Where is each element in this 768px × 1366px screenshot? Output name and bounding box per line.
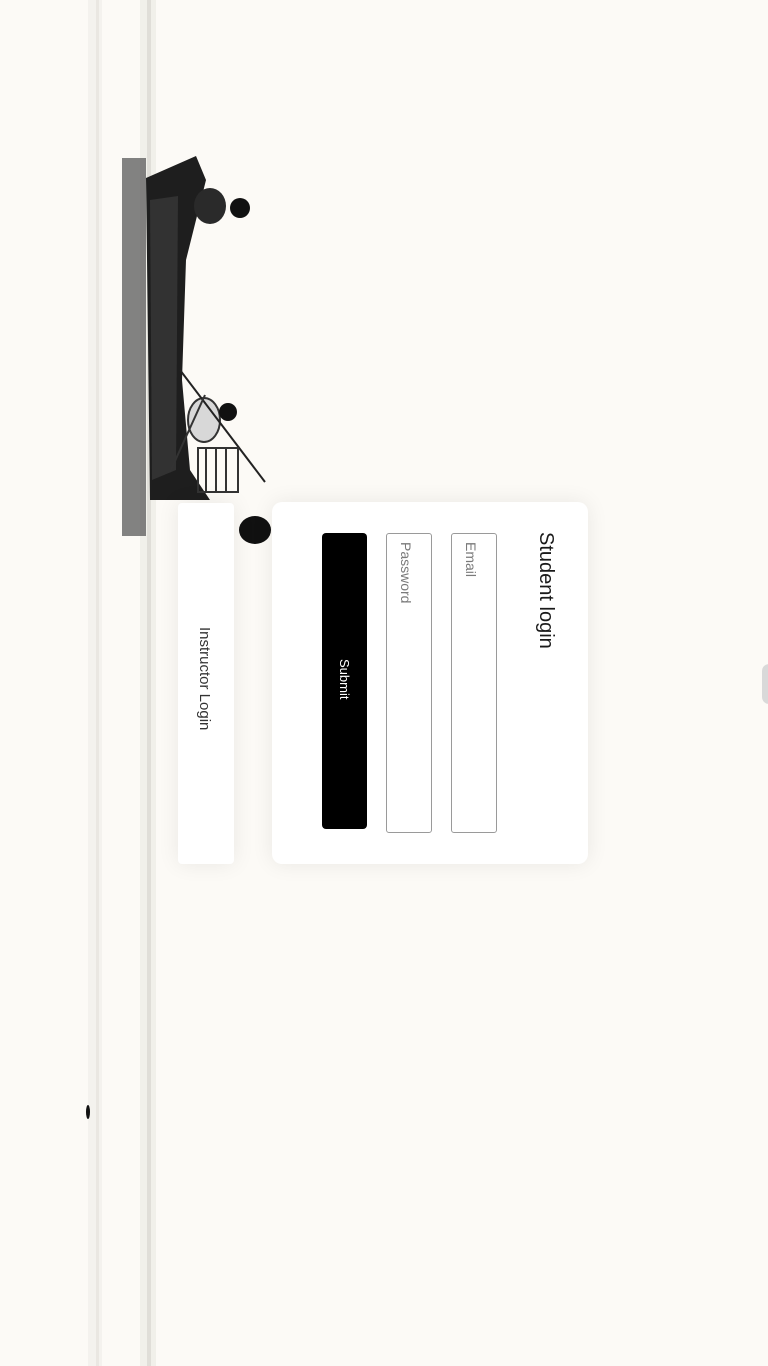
login-title: Student login: [535, 532, 557, 649]
side-handle[interactable]: [762, 664, 768, 704]
email-field[interactable]: [451, 533, 497, 833]
instructor-login-link[interactable]: Instructor Login: [196, 627, 213, 730]
login-page: Instructor Login Student login Email Pas…: [0, 0, 768, 1366]
email-placeholder: Email: [463, 542, 479, 578]
password-placeholder: Password: [398, 542, 414, 604]
submit-button-label: Submit: [337, 659, 352, 700]
